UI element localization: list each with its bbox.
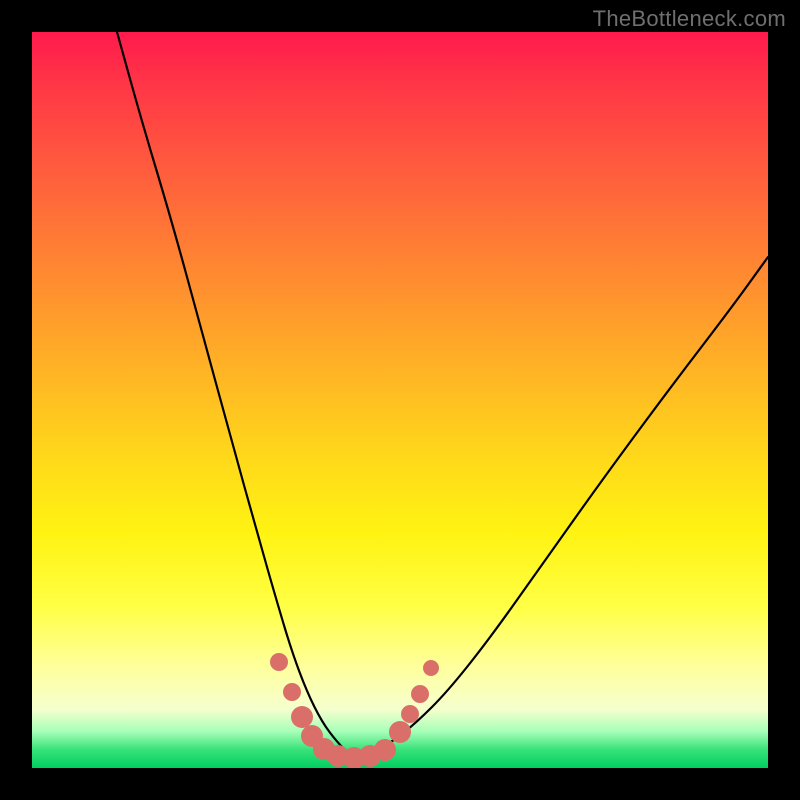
highlight-dot bbox=[291, 706, 313, 728]
highlight-dot bbox=[270, 653, 288, 671]
curve-svg bbox=[32, 32, 768, 768]
highlight-dot bbox=[283, 683, 301, 701]
highlight-dot bbox=[423, 660, 439, 676]
bottleneck-curve-left bbox=[117, 32, 352, 757]
watermark-text: TheBottleneck.com bbox=[593, 6, 786, 32]
highlight-dot bbox=[411, 685, 429, 703]
chart-frame: TheBottleneck.com bbox=[0, 0, 800, 800]
highlight-dot bbox=[374, 739, 396, 761]
highlight-dot bbox=[389, 721, 411, 743]
bottleneck-curve-right bbox=[352, 257, 768, 757]
highlight-dots bbox=[270, 653, 439, 768]
plot-area bbox=[32, 32, 768, 768]
highlight-dot bbox=[401, 705, 419, 723]
